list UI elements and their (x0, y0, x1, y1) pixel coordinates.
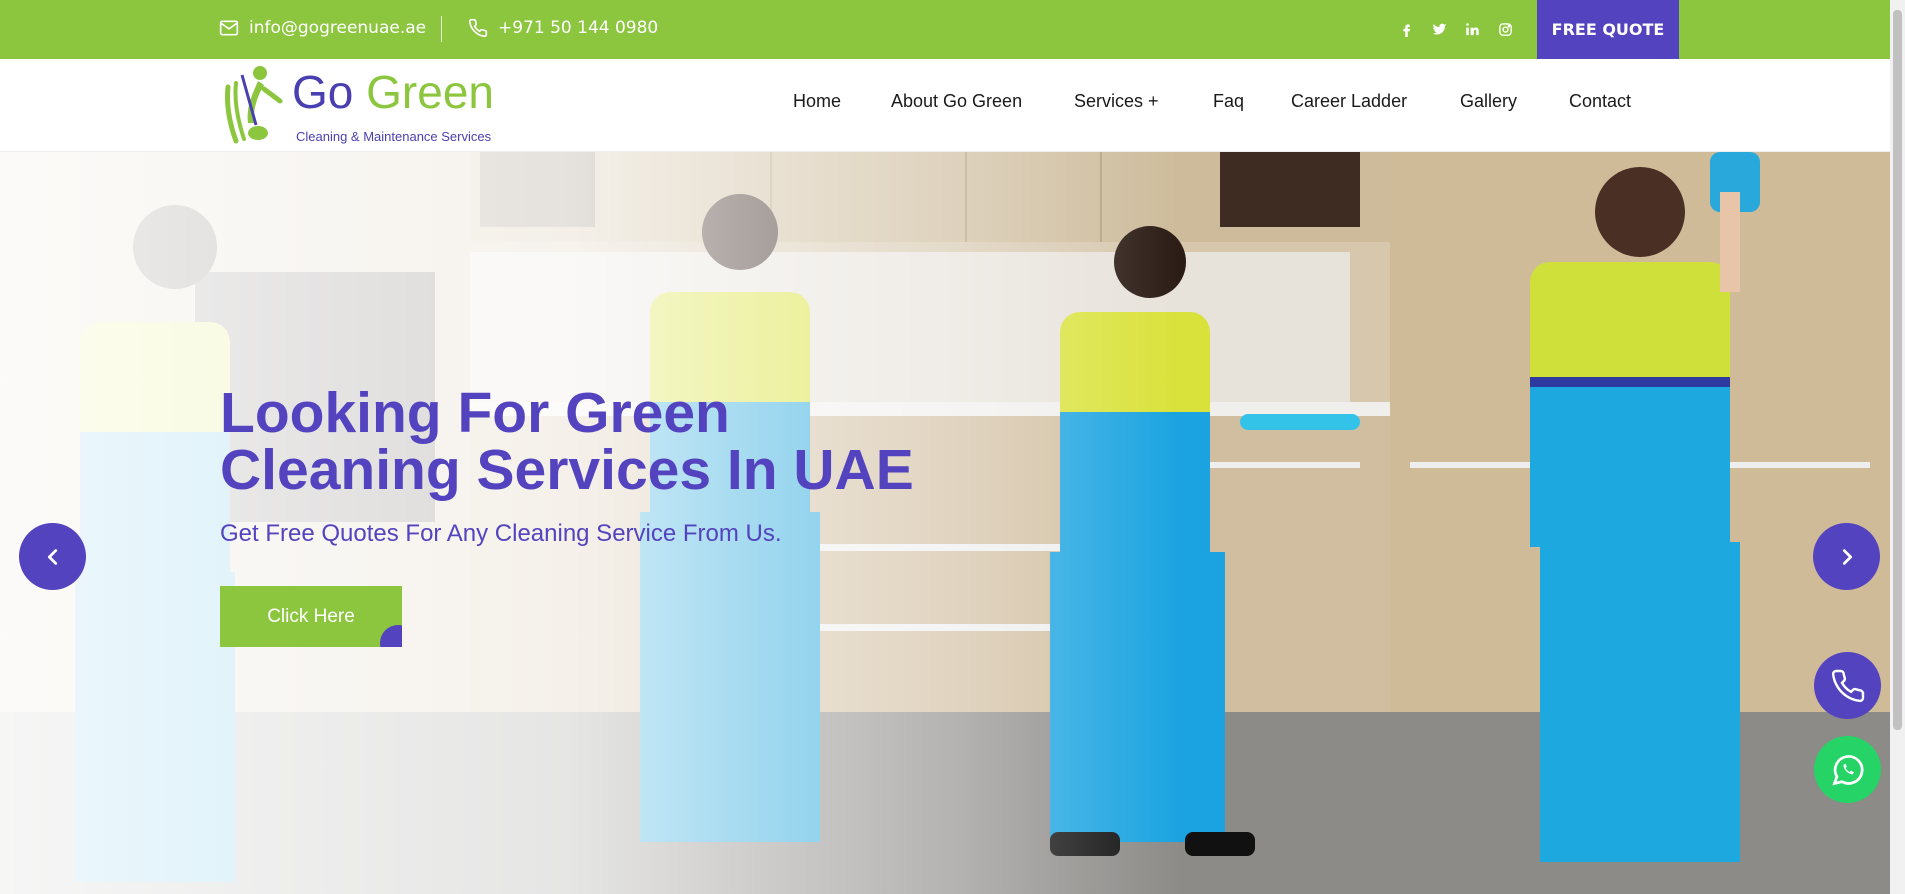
chevron-left-icon (47, 548, 57, 565)
hero-title-line1: Looking For Green (220, 381, 730, 445)
free-quote-button[interactable]: FREE QUOTE (1537, 0, 1679, 59)
logo-figure-icon (225, 66, 283, 144)
logo-name-go: Go (292, 66, 354, 118)
hero-subtitle: Get Free Quotes For Any Cleaning Service… (220, 520, 782, 547)
nav-contact[interactable]: Contact (1569, 91, 1631, 112)
nav-home[interactable]: Home (793, 91, 841, 112)
hero-title-line2: Cleaning Services In UAE (220, 438, 914, 502)
nav-gallery[interactable]: Gallery (1460, 91, 1517, 112)
top-bar: info@gogreenuae.ae +971 50 144 0980 FREE… (0, 0, 1905, 59)
logo-name-green: Green (366, 66, 495, 118)
chevron-right-icon (1842, 548, 1852, 565)
hero-title: Looking For Green Cleaning Services In U… (220, 385, 980, 499)
slider-prev-button[interactable] (19, 523, 86, 590)
click-here-button[interactable]: Click Here (220, 586, 402, 647)
main-header: Go Green Cleaning & Maintenance Services… (0, 59, 1905, 152)
phone-icon (468, 18, 488, 38)
whatsapp-icon (1831, 754, 1863, 785)
mail-icon (219, 20, 239, 36)
logo-name: Go Green (292, 69, 494, 115)
email-link[interactable]: info@gogreenuae.ae (219, 18, 426, 38)
twitter-icon[interactable] (1429, 19, 1449, 39)
phone-icon (1831, 669, 1864, 702)
phone-link[interactable]: +971 50 144 0980 (468, 18, 658, 38)
slider-next-button[interactable] (1813, 523, 1880, 590)
click-here-label: Click Here (267, 605, 355, 627)
logo-tagline: Cleaning & Maintenance Services (296, 129, 492, 144)
whatsapp-floating-button[interactable] (1814, 736, 1881, 803)
social-links (1396, 19, 1515, 39)
instagram-icon[interactable] (1495, 19, 1515, 39)
email-text: info@gogreenuae.ae (249, 18, 427, 38)
topbar-divider (441, 16, 442, 42)
facebook-icon[interactable] (1396, 19, 1416, 39)
linkedin-icon[interactable] (1462, 19, 1482, 39)
hero-slider: Looking For Green Cleaning Services In U… (0, 152, 1905, 894)
nav-services[interactable]: Services + (1074, 91, 1159, 112)
nav-career-ladder[interactable]: Career Ladder (1291, 91, 1407, 112)
button-corner-decoration (380, 625, 402, 647)
logo[interactable]: Go Green Cleaning & Maintenance Services (222, 63, 502, 149)
phone-text: +971 50 144 0980 (498, 18, 659, 38)
page-scrollbar-thumb[interactable] (1893, 10, 1902, 730)
nav-about[interactable]: About Go Green (891, 91, 1022, 112)
nav-faq[interactable]: Faq (1213, 91, 1244, 112)
call-floating-button[interactable] (1814, 652, 1881, 719)
